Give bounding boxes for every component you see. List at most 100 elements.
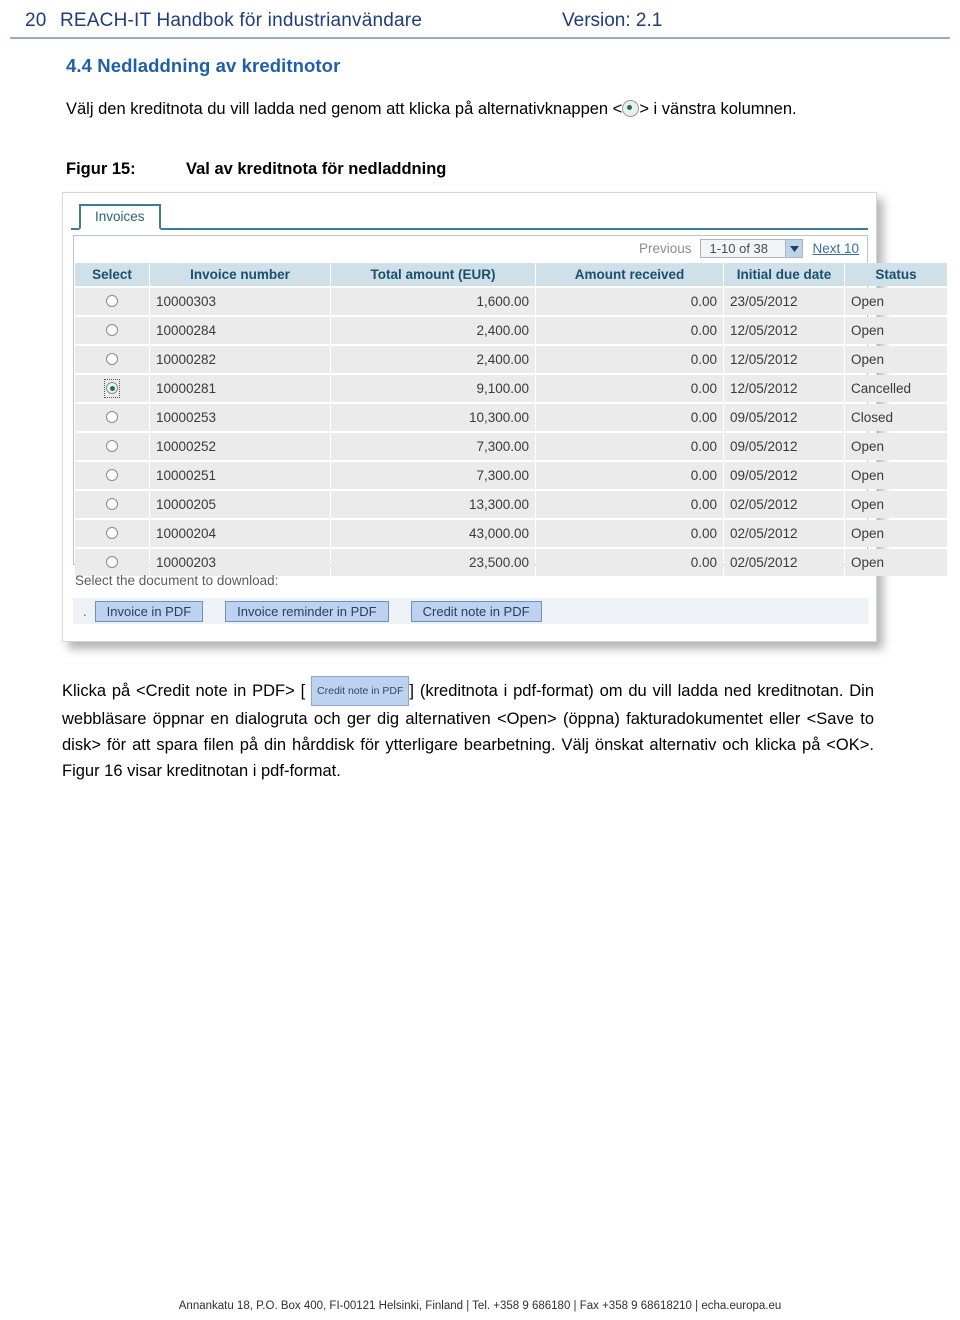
cell-amount-received: 0.00	[536, 491, 723, 518]
table-row[interactable]: 10000281 9,100.00 0.00 12/05/2012 Cancel…	[75, 375, 947, 402]
cell-amount-received: 0.00	[536, 288, 723, 315]
cell-status: Open	[845, 317, 947, 344]
cell-total-amount: 7,300.00	[331, 433, 535, 460]
column-header-amount-received: Amount received	[536, 263, 723, 286]
row-select-cell[interactable]	[75, 491, 149, 518]
row-select-cell[interactable]	[75, 288, 149, 315]
header-divider	[10, 37, 950, 39]
radio-focus-outline	[104, 379, 120, 398]
tab-invoices[interactable]: Invoices	[79, 204, 161, 230]
cell-invoice-number: 10000251	[150, 462, 330, 489]
previous-page-link[interactable]: Previous	[639, 241, 692, 256]
pagination-bar: Previous 1-10 of 38 Next 10	[74, 236, 867, 261]
cell-invoice-number: 10000282	[150, 346, 330, 373]
row-select-cell[interactable]	[75, 346, 149, 373]
table-row[interactable]: 10000282 2,400.00 0.00 12/05/2012 Open	[75, 346, 947, 373]
section-heading: 4.4 Nedladdning av kreditnotor	[66, 55, 341, 76]
cell-amount-received: 0.00	[536, 549, 723, 576]
document-button-bar: . Invoice in PDF Invoice reminder in PDF…	[73, 598, 868, 624]
column-header-initial-due-date: Initial due date	[724, 263, 844, 286]
radio-button[interactable]	[106, 353, 118, 365]
table-header-row: Select Invoice number Total amount (EUR)…	[75, 263, 947, 286]
page-range-select[interactable]: 1-10 of 38	[700, 239, 804, 258]
cell-status: Cancelled	[845, 375, 947, 402]
row-select-cell[interactable]	[75, 433, 149, 460]
column-header-invoice-number: Invoice number	[150, 263, 330, 286]
cell-status: Open	[845, 520, 947, 547]
paragraph-part-1: Klicka på <Credit note in PDF> [	[62, 682, 306, 700]
table-row[interactable]: 10000303 1,600.00 0.00 23/05/2012 Open	[75, 288, 947, 315]
page-footer: Annankatu 18, P.O. Box 400, FI-00121 Hel…	[178, 1300, 782, 1312]
cell-amount-received: 0.00	[536, 433, 723, 460]
row-select-cell[interactable]	[75, 317, 149, 344]
table-row[interactable]: 10000253 10,300.00 0.00 09/05/2012 Close…	[75, 404, 947, 431]
cell-status: Open	[845, 346, 947, 373]
cell-status: Open	[845, 433, 947, 460]
figure-screenshot: Invoices Previous 1-10 of 38 Next 10 Sel…	[62, 192, 947, 642]
cell-initial-due-date: 02/05/2012	[724, 549, 844, 576]
select-document-label: Select the document to download:	[75, 573, 279, 588]
cell-total-amount: 2,400.00	[331, 317, 535, 344]
cell-invoice-number: 10000303	[150, 288, 330, 315]
cell-initial-due-date: 02/05/2012	[724, 491, 844, 518]
tab-strip: Invoices	[71, 202, 868, 230]
cell-amount-received: 0.00	[536, 462, 723, 489]
cell-amount-received: 0.00	[536, 375, 723, 402]
invoices-table-body: 10000303 1,600.00 0.00 23/05/2012 Open 1…	[75, 288, 947, 576]
radio-button[interactable]	[106, 295, 118, 307]
radio-button-icon	[622, 100, 640, 117]
cell-invoice-number: 10000281	[150, 375, 330, 402]
column-header-total-amount: Total amount (EUR)	[331, 263, 535, 286]
document-title: REACH-IT Handbok för industrianvändare	[60, 10, 423, 31]
radio-button[interactable]	[106, 527, 118, 539]
row-select-cell[interactable]	[75, 520, 149, 547]
radio-button[interactable]	[106, 556, 118, 568]
cell-total-amount: 13,300.00	[331, 491, 535, 518]
cell-initial-due-date: 12/05/2012	[724, 346, 844, 373]
radio-button[interactable]	[106, 498, 118, 510]
cell-total-amount: 7,300.00	[331, 462, 535, 489]
cell-status: Open	[845, 491, 947, 518]
cell-initial-due-date: 23/05/2012	[724, 288, 844, 315]
page-range-value: 1-10 of 38	[709, 241, 769, 256]
cell-status: Open	[845, 288, 947, 315]
cell-invoice-number: 10000284	[150, 317, 330, 344]
row-select-cell[interactable]	[75, 462, 149, 489]
table-row[interactable]: 10000203 23,500.00 0.00 02/05/2012 Open	[75, 549, 947, 576]
invoices-table: Select Invoice number Total amount (EUR)…	[74, 261, 948, 578]
cell-amount-received: 0.00	[536, 404, 723, 431]
row-select-cell[interactable]	[75, 375, 149, 402]
table-row[interactable]: 10000252 7,300.00 0.00 09/05/2012 Open	[75, 433, 947, 460]
cell-invoice-number: 10000252	[150, 433, 330, 460]
chevron-down-icon[interactable]	[785, 240, 803, 257]
cell-initial-due-date: 09/05/2012	[724, 462, 844, 489]
radio-button[interactable]	[106, 411, 118, 423]
section-intro-paragraph: Välj den kreditnota du vill ladda ned ge…	[66, 96, 866, 122]
invoice-in-pdf-button[interactable]: Invoice in PDF	[94, 600, 204, 622]
table-row[interactable]: 10000251 7,300.00 0.00 09/05/2012 Open	[75, 462, 947, 489]
credit-note-in-pdf-button[interactable]: Credit note in PDF	[410, 600, 542, 622]
cell-status: Open	[845, 549, 947, 576]
figure-caption-text: Val av kreditnota för nedladdning	[186, 160, 447, 178]
row-select-cell[interactable]	[75, 549, 149, 576]
radio-button[interactable]	[106, 440, 118, 452]
cell-initial-due-date: 09/05/2012	[724, 433, 844, 460]
table-row[interactable]: 10000284 2,400.00 0.00 12/05/2012 Open	[75, 317, 947, 344]
table-row[interactable]: 10000205 13,300.00 0.00 02/05/2012 Open	[75, 491, 947, 518]
cell-total-amount: 10,300.00	[331, 404, 535, 431]
cell-status: Closed	[845, 404, 947, 431]
row-select-cell[interactable]	[75, 404, 149, 431]
intro-text-after-icon: > i vänstra kolumnen.	[639, 100, 797, 118]
body-paragraph: Klicka på <Credit note in PDF> [ Credit …	[62, 676, 874, 784]
invoice-reminder-in-pdf-button[interactable]: Invoice reminder in PDF	[225, 600, 389, 622]
intro-text-before-icon: Välj den kreditnota du vill ladda ned ge…	[66, 100, 623, 118]
cell-invoice-number: 10000204	[150, 520, 330, 547]
document-version: Version: 2.1	[562, 10, 663, 31]
radio-button[interactable]	[106, 469, 118, 481]
cell-initial-due-date: 09/05/2012	[724, 404, 844, 431]
table-row[interactable]: 10000204 43,000.00 0.00 02/05/2012 Open	[75, 520, 947, 547]
cell-total-amount: 23,500.00	[331, 549, 535, 576]
radio-button[interactable]	[106, 324, 118, 336]
next-page-link[interactable]: Next 10	[812, 241, 859, 256]
radio-button-selected[interactable]	[106, 382, 118, 394]
